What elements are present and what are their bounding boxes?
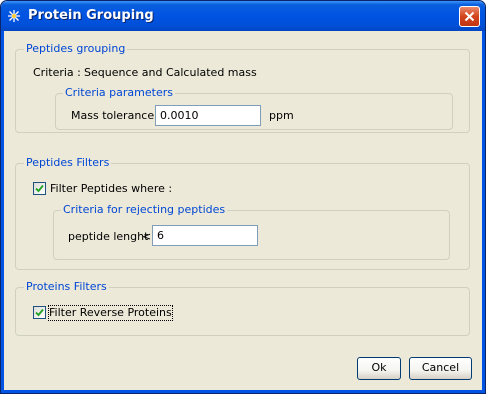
window-title: Protein Grouping	[28, 8, 154, 23]
length-operator: <	[142, 230, 152, 243]
criteria-label: Criteria :	[33, 66, 81, 79]
checkmark-icon	[35, 184, 44, 193]
mass-tolerance-input[interactable]: 0.0010	[155, 105, 261, 126]
peptides-filters-legend: Peptides Filters	[24, 156, 112, 170]
proteins-filters-group: Proteins Filters Filter Reverse Proteins	[15, 280, 470, 336]
close-x-icon	[464, 11, 475, 22]
criteria-parameters-legend: Criteria parameters	[63, 86, 175, 100]
filter-peptides-checkbox[interactable]	[33, 182, 46, 195]
checkmark-icon	[35, 308, 44, 317]
peptide-length-input[interactable]: 6	[152, 225, 258, 246]
ok-button[interactable]: Ok	[357, 357, 401, 380]
peptides-grouping-legend: Peptides grouping	[24, 42, 128, 56]
rejecting-criteria-legend: Criteria for rejecting peptides	[61, 203, 228, 217]
filter-peptides-label[interactable]: Filter Peptides where :	[50, 182, 172, 196]
proteins-filters-legend: Proteins Filters	[24, 280, 109, 294]
peptide-length-label: peptide lenght	[68, 230, 149, 243]
protein-grouping-dialog: Protein Grouping Peptides grouping Crite…	[0, 0, 486, 394]
peptides-grouping-group: Peptides grouping Criteria : Sequence an…	[15, 42, 470, 133]
close-button[interactable]	[459, 6, 480, 27]
rejecting-criteria-group: Criteria for rejecting peptides peptide …	[53, 203, 450, 260]
criteria-value: Sequence and Calculated mass	[84, 66, 257, 79]
filter-reverse-proteins-checkbox[interactable]	[33, 306, 46, 319]
filter-reverse-proteins-label[interactable]: Filter Reverse Proteins	[48, 305, 173, 321]
mass-tolerance-label: Mass tolerance :	[71, 109, 162, 122]
protein-app-icon	[8, 10, 20, 22]
cancel-button[interactable]: Cancel	[409, 357, 472, 380]
peptides-filters-group: Peptides Filters Filter Peptides where :…	[15, 156, 470, 270]
criteria-parameters-group: Criteria parameters Mass tolerance : 0.0…	[55, 86, 453, 130]
mass-tolerance-unit: ppm	[269, 109, 294, 122]
title-bar[interactable]: Protein Grouping	[1, 1, 485, 31]
